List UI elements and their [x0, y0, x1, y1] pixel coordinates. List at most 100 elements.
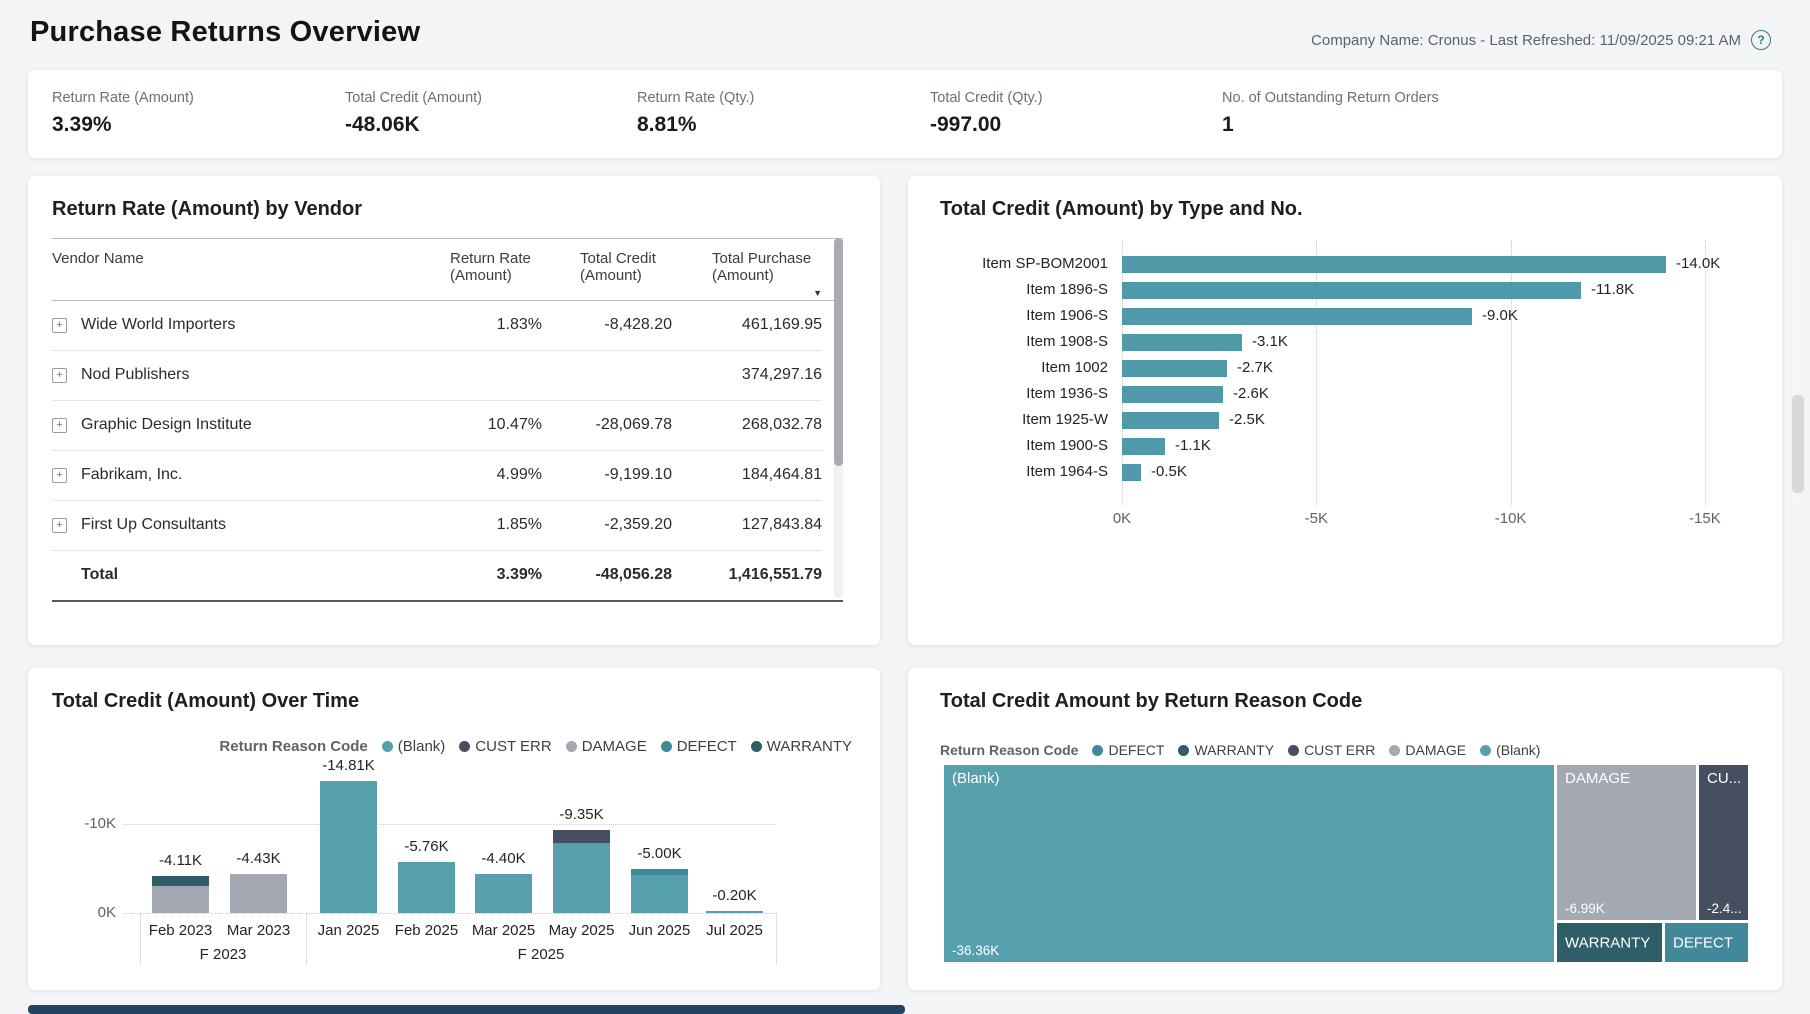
- vendor-name: First Up Consultants: [81, 516, 226, 534]
- bar[interactable]: [1122, 256, 1666, 273]
- legend-dot: [751, 741, 762, 752]
- legend-dot: [661, 741, 672, 752]
- legend-label: (Blank): [1496, 742, 1540, 758]
- vendor-cell: +Fabrikam, Inc.: [52, 466, 402, 484]
- bar[interactable]: [1122, 334, 1242, 351]
- treemap-tile-value: -6.99K: [1565, 901, 1605, 916]
- legend-dot: [459, 741, 470, 752]
- table-row[interactable]: +Fabrikam, Inc.4.99%-9,199.10184,464.81: [52, 450, 822, 500]
- bar[interactable]: [1122, 438, 1165, 455]
- gridline: [1316, 240, 1317, 506]
- treemap-tile-damage[interactable]: DAMAGE-6.99K: [1557, 765, 1696, 920]
- help-icon[interactable]: ?: [1751, 30, 1771, 50]
- treemap-tile-value: -36.36K: [952, 943, 999, 958]
- expand-icon[interactable]: +: [52, 518, 67, 533]
- vendor-name: Graphic Design Institute: [81, 416, 252, 434]
- time-chart-title: Total Credit (Amount) Over Time: [52, 690, 359, 713]
- legend-item-damage[interactable]: DAMAGE: [566, 738, 647, 755]
- table-scrollbar-thumb[interactable]: [834, 238, 843, 466]
- total-return-rate: 3.39%: [402, 566, 542, 584]
- column-header-return-rate[interactable]: Return Rate (Amount): [402, 250, 542, 285]
- kpi-total-credit-amount: Total Credit (Amount) -48.06K: [345, 90, 482, 137]
- treemap-tile-warranty[interactable]: WARRANTY: [1557, 923, 1662, 962]
- expand-icon[interactable]: +: [52, 468, 67, 483]
- return-rate-cell: 10.47%: [402, 416, 542, 434]
- column-header-total-purchase[interactable]: Total Purchase (Amount)▼: [672, 250, 822, 298]
- vendor-cell: + Wide World Importers: [52, 316, 402, 334]
- chart-scrollbar-thumb[interactable]: [1792, 395, 1804, 493]
- bar-segment--blank-[interactable]: [631, 875, 688, 913]
- y-axis-tick: 0K: [56, 904, 116, 921]
- treemap-tile-label: DEFECT: [1673, 934, 1733, 951]
- gridline-minus10k: [123, 824, 776, 825]
- axis-group-separator: [306, 913, 307, 965]
- bar-segment--blank-[interactable]: [320, 781, 377, 913]
- expand-icon[interactable]: +: [52, 368, 67, 383]
- bar-segment--blank-[interactable]: [475, 874, 532, 913]
- vendor-cell: + First Up Consultants: [52, 516, 402, 534]
- bar-data-label: -14.0K: [1676, 255, 1720, 272]
- bar-segment--blank-[interactable]: [398, 862, 455, 913]
- kpi-value: 1: [1222, 113, 1439, 137]
- page-title: Purchase Returns Overview: [30, 16, 420, 49]
- bar[interactable]: [1122, 386, 1223, 403]
- kpi-value: 8.81%: [637, 113, 754, 137]
- legend-item-warranty[interactable]: WARRANTY: [1178, 742, 1274, 758]
- legend-dot: [1288, 745, 1299, 756]
- x-axis-tick: -10K: [1476, 510, 1546, 527]
- bar-segment-cust-err[interactable]: [553, 830, 610, 843]
- legend-item-defect[interactable]: DEFECT: [661, 738, 737, 755]
- bar-category-label: Item 1936-S: [908, 385, 1108, 402]
- bar-segment--blank-[interactable]: [706, 911, 763, 913]
- column-header-vendor-name[interactable]: Vendor Name: [52, 250, 402, 267]
- table-row[interactable]: +Wide World Importers1.83%-8,428.20461,1…: [52, 300, 822, 350]
- treemap-tile--blank-[interactable]: (Blank)-36.36K: [944, 765, 1554, 962]
- bar[interactable]: [1122, 360, 1227, 377]
- legend-dot: [382, 741, 393, 752]
- legend-item-warranty[interactable]: WARRANTY: [751, 738, 852, 755]
- bar-segment-damage[interactable]: [230, 874, 287, 913]
- bar-data-label: -2.7K: [1237, 359, 1273, 376]
- bar-segment--blank-[interactable]: [553, 843, 610, 913]
- table-row[interactable]: +Nod Publishers374,297.16: [52, 350, 822, 400]
- vendor-name: Wide World Importers: [81, 316, 235, 334]
- bar-total-label: -5.00K: [615, 845, 705, 862]
- treemap-tile-cust-err[interactable]: CU...-2.4...: [1699, 765, 1748, 920]
- table-top-border: [52, 238, 843, 239]
- bar-data-label: -11.8K: [1591, 281, 1634, 298]
- bar[interactable]: [1122, 282, 1581, 299]
- legend-item-cust-err[interactable]: CUST ERR: [1288, 742, 1375, 758]
- bar-segment-warranty[interactable]: [152, 876, 209, 886]
- x-axis-tick: Mar 2025: [459, 922, 549, 939]
- page-horizontal-scrollbar-thumb[interactable]: [28, 1005, 905, 1014]
- bar-segment-defect[interactable]: [631, 869, 688, 875]
- treemap-tile-defect[interactable]: DEFECT: [1665, 923, 1748, 962]
- kpi-label: Return Rate (Qty.): [637, 90, 754, 106]
- return-rate-cell: 4.99%: [402, 466, 542, 484]
- bar-category-label: Item 1002: [908, 359, 1108, 376]
- x-axis-tick: Jan 2025: [304, 922, 394, 939]
- bar-total-label: -9.35K: [537, 806, 627, 823]
- bar-segment-damage[interactable]: [152, 886, 209, 913]
- bar-category-label: Item 1964-S: [908, 463, 1108, 480]
- legend-item--blank-[interactable]: (Blank): [382, 738, 446, 755]
- table-total-row: Total3.39%-48,056.281,416,551.79: [52, 550, 822, 600]
- legend-item-damage[interactable]: DAMAGE: [1389, 742, 1466, 758]
- legend-label: DAMAGE: [1405, 742, 1466, 758]
- bar[interactable]: [1122, 464, 1141, 481]
- column-header-total-credit[interactable]: Total Credit (Amount): [542, 250, 672, 285]
- bar[interactable]: [1122, 412, 1219, 429]
- bar[interactable]: [1122, 308, 1472, 325]
- expand-icon[interactable]: +: [52, 418, 67, 433]
- legend-item--blank-[interactable]: (Blank): [1480, 742, 1540, 758]
- kpi-value: 3.39%: [52, 113, 194, 137]
- total-purchase-cell: 461,169.95: [672, 316, 822, 334]
- legend-item-cust-err[interactable]: CUST ERR: [459, 738, 551, 755]
- x-axis-tick: 0K: [1087, 510, 1157, 527]
- table-row[interactable]: +First Up Consultants1.85%-2,359.20127,8…: [52, 500, 822, 550]
- expand-icon[interactable]: +: [52, 318, 67, 333]
- refresh-info: Company Name: Cronus - Last Refreshed: 1…: [1311, 32, 1741, 49]
- table-row[interactable]: +Graphic Design Institute10.47%-28,069.7…: [52, 400, 822, 450]
- legend-item-defect[interactable]: DEFECT: [1092, 742, 1164, 758]
- bar-category-label: Item SP-BOM2001: [908, 255, 1108, 272]
